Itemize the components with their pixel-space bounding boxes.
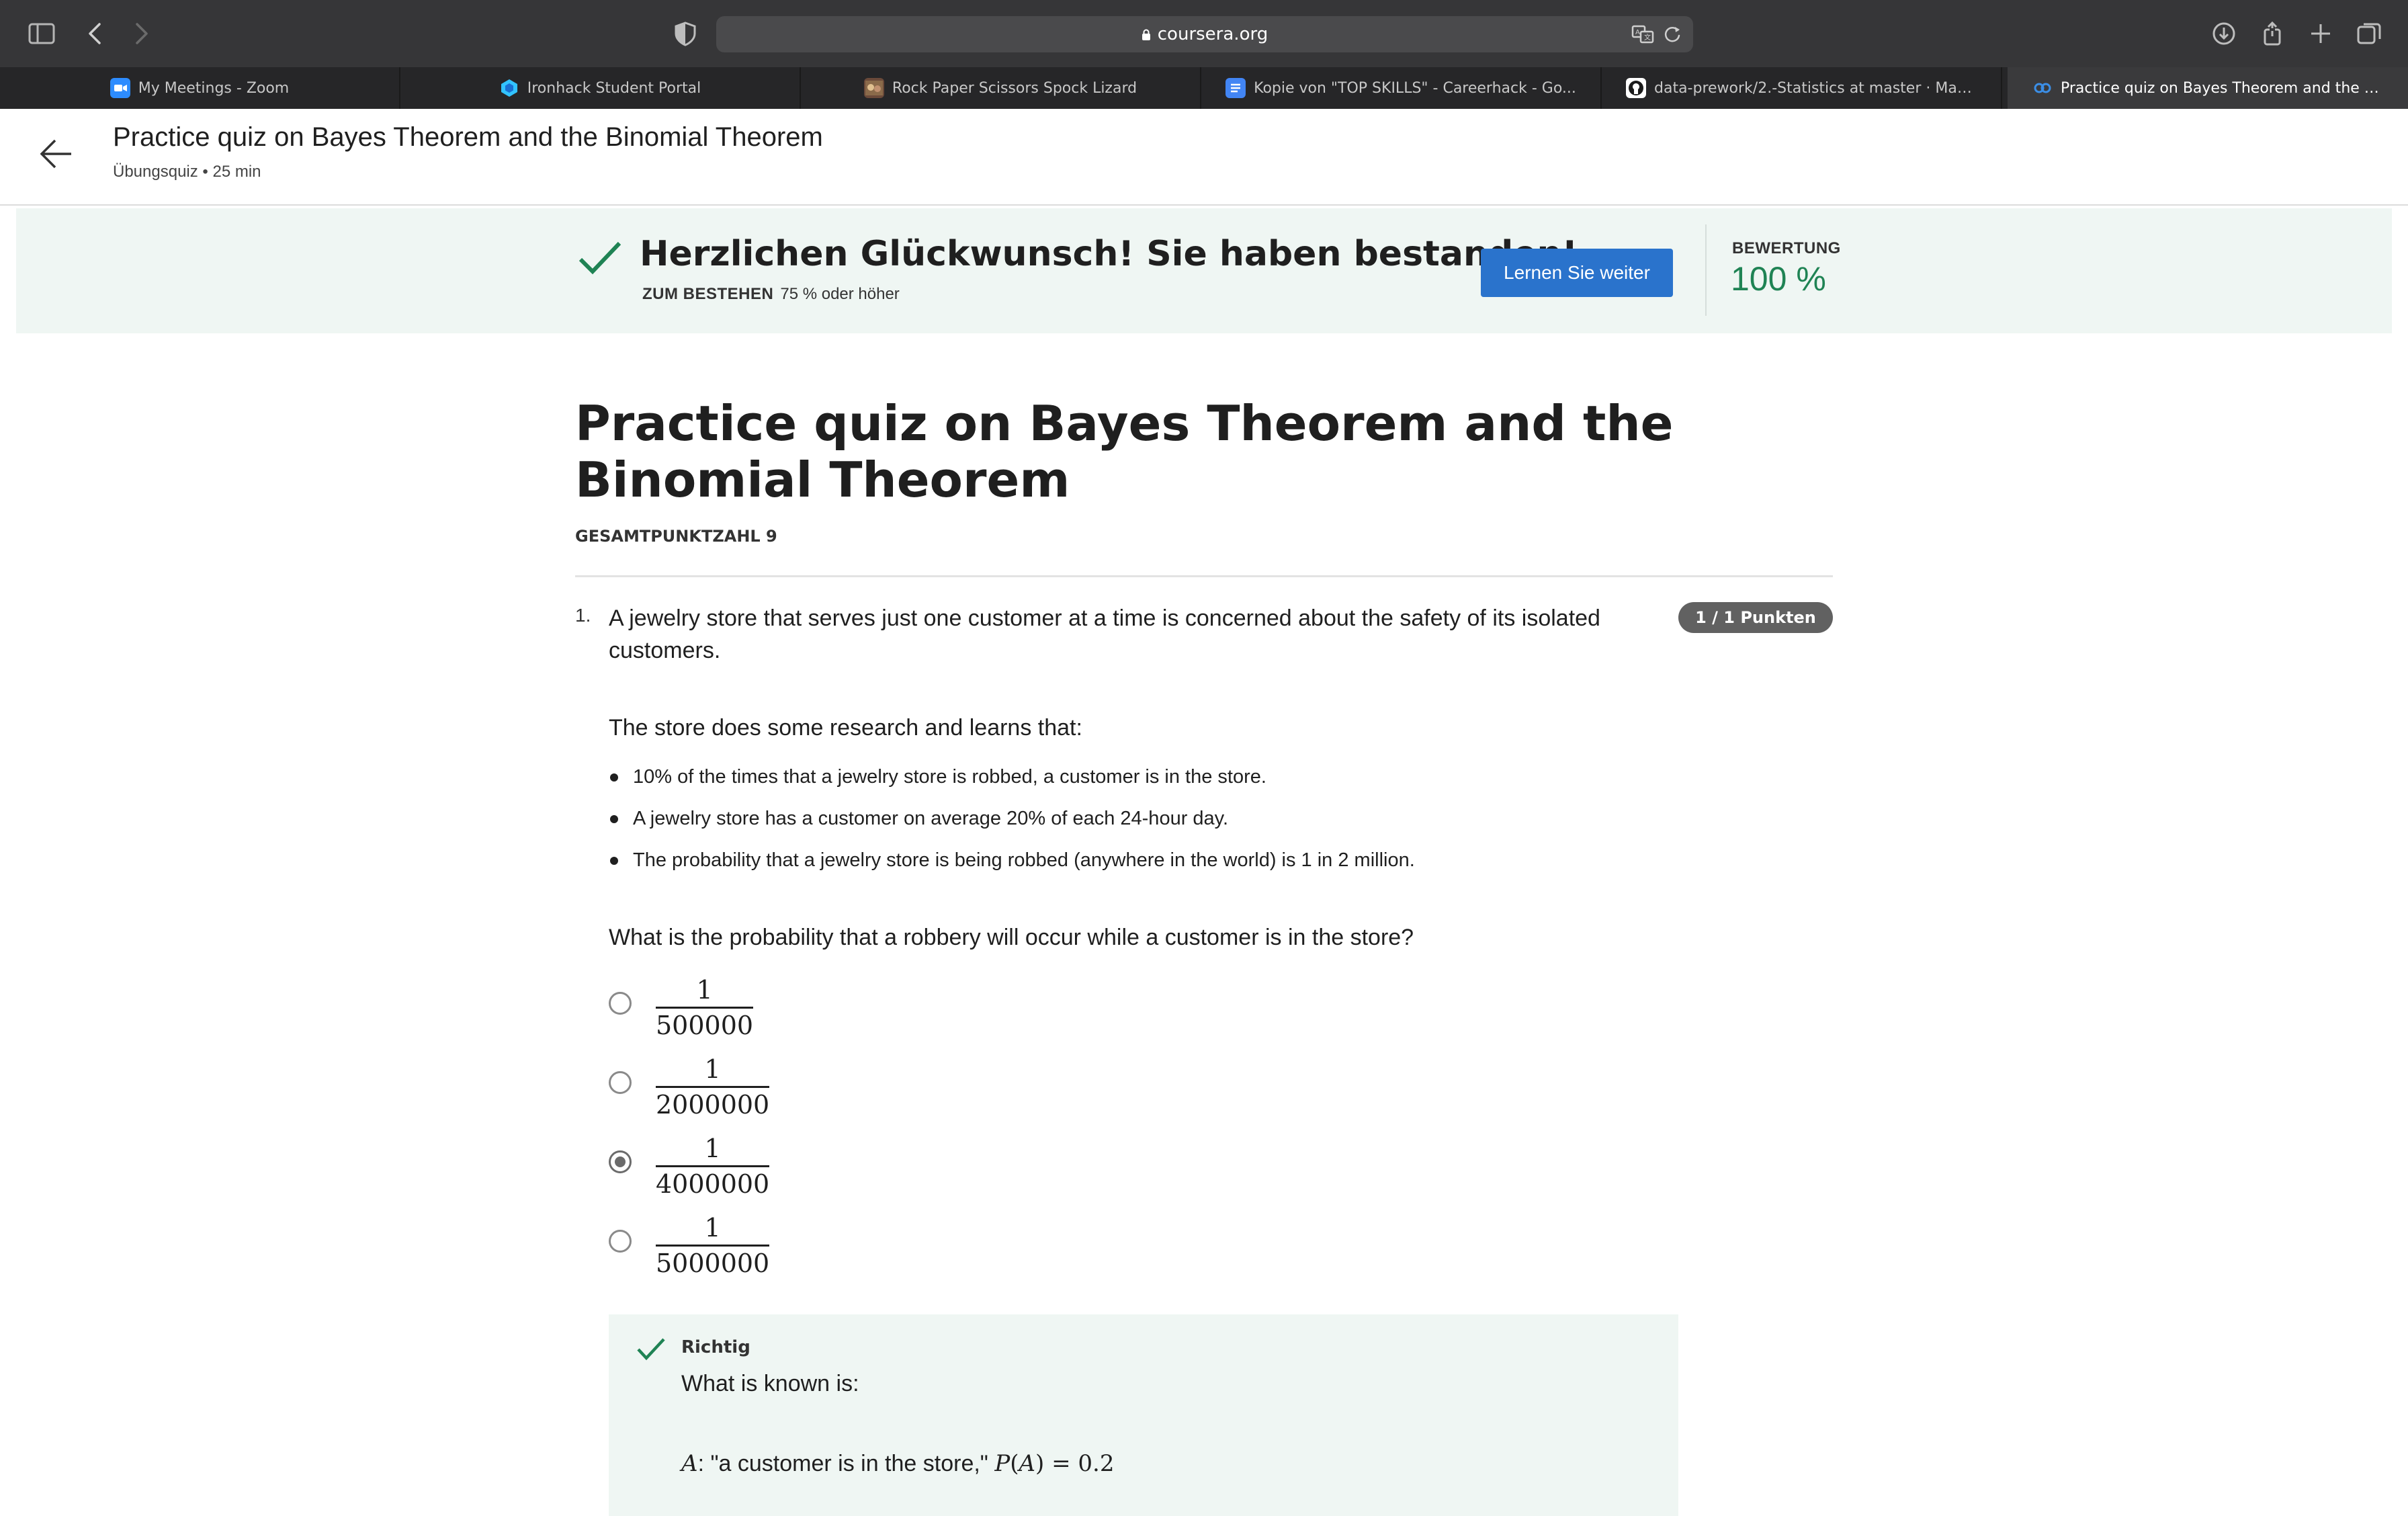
new-tab-icon[interactable] (2305, 17, 2337, 50)
download-icon[interactable] (2208, 17, 2240, 50)
privacy-shield-icon[interactable] (669, 17, 701, 50)
reload-icon[interactable] (1662, 24, 1682, 44)
answer-option-4[interactable]: 1 5000000 (609, 1211, 877, 1285)
pass-requirement: ZUM BESTEHEN 75 % oder höher (642, 285, 900, 304)
answer-option-2[interactable]: 1 2000000 (609, 1052, 877, 1126)
feedback-text: What is known is: (681, 1371, 859, 1396)
math-function: P (994, 1450, 1010, 1477)
question-intro: The store does some research and learns … (609, 715, 1082, 741)
tab-label: Kopie von "TOP SKILLS" - Careerhack - Go… (1254, 79, 1576, 97)
tab-label: Practice quiz on Bayes Theorem and the B… (2061, 79, 2383, 97)
divider (575, 575, 1833, 577)
math-variable: A (681, 1450, 698, 1477)
pass-message: Herzlichen Glückwunsch! Sie haben bestan… (640, 234, 1578, 274)
feedback-panel: Richtig What is known is: A: "a customer… (609, 1314, 1678, 1516)
ironhack-icon (499, 78, 519, 98)
answer-option-3[interactable]: 1 4000000 (609, 1132, 877, 1206)
banner-divider (1705, 224, 1707, 316)
question-prompt: What is the probability that a robbery w… (609, 925, 1414, 950)
pass-banner: Herzlichen Glückwunsch! Sie haben bestan… (16, 208, 2392, 333)
browser-toolbar: coursera.org A文 (0, 0, 2408, 67)
feedback-math: A: "a customer is in the store," P(A) = … (681, 1450, 1115, 1477)
radio-button[interactable] (609, 992, 632, 1015)
tab-ironhack[interactable]: Ironhack Student Portal (400, 67, 801, 109)
svg-text:文: 文 (1644, 33, 1651, 42)
question-number: 1. (575, 605, 591, 626)
points-badge: 1 / 1 Punkten (1678, 602, 1833, 633)
fraction-numerator: 1 (704, 1134, 721, 1163)
total-points: GESAMTPUNKTZAHL 9 (575, 527, 777, 546)
list-item: 10% of the times that a jewelry store is… (609, 762, 1751, 804)
quiz-title: Practice quiz on Bayes Theorem and the B… (575, 395, 1674, 508)
facts-list: 10% of the times that a jewelry store is… (609, 762, 1751, 887)
checkmark-icon (636, 1336, 666, 1363)
fraction: 1 500000 (656, 973, 754, 1042)
radio-button-selected[interactable] (609, 1150, 632, 1173)
tab-strip: My Meetings - Zoom Ironhack Student Port… (0, 67, 2408, 109)
forward-nav-icon[interactable] (125, 17, 157, 50)
fraction-denominator: 4000000 (656, 1169, 770, 1199)
fraction-numerator: 1 (696, 975, 713, 1005)
math-value: 0.2 (1078, 1450, 1115, 1477)
grade-value: 100 % (1731, 260, 1826, 298)
pass-requirement-label: ZUM BESTEHEN (642, 285, 774, 303)
fraction-denominator: 5000000 (656, 1249, 770, 1278)
list-item: A jewelry store has a customer on averag… (609, 804, 1751, 845)
radio-button[interactable] (609, 1071, 632, 1094)
github-icon (1626, 78, 1646, 98)
checkmark-icon (576, 238, 624, 278)
fraction-numerator: 1 (704, 1054, 721, 1084)
tab-label: My Meetings - Zoom (138, 79, 290, 97)
address-bar[interactable]: coursera.org A文 (716, 16, 1693, 52)
tab-overview-icon[interactable] (2353, 17, 2385, 50)
grade-label: BEWERTUNG (1732, 239, 1841, 257)
answer-option-1[interactable]: 1 500000 (609, 973, 877, 1047)
tab-zoom[interactable]: My Meetings - Zoom (0, 67, 400, 109)
lock-icon (1142, 29, 1150, 40)
zoom-icon (110, 78, 130, 98)
list-item: The probability that a jewelry store is … (609, 845, 1751, 887)
feedback-status: Richtig (681, 1337, 750, 1357)
question-text: A jewelry store that serves just one cus… (609, 605, 1600, 663)
share-icon[interactable] (2256, 17, 2288, 50)
math-description: : "a customer is in the store," (697, 1451, 995, 1476)
header-title: Practice quiz on Bayes Theorem and the B… (113, 122, 823, 152)
tab-label: Ironhack Student Portal (527, 79, 701, 97)
svg-text:A: A (1635, 29, 1640, 36)
tab-coursera-quiz[interactable]: Practice quiz on Bayes Theorem and the B… (2008, 67, 2408, 109)
tab-label: data-prework/2.-Statistics at master · M… (1654, 79, 1977, 97)
game-thumbnail-icon (863, 78, 884, 98)
fraction-denominator: 2000000 (656, 1090, 770, 1120)
pass-requirement-value: 75 % oder höher (780, 285, 900, 303)
google-docs-icon (1226, 78, 1246, 98)
fraction-denominator: 500000 (656, 1011, 754, 1040)
fraction: 1 2000000 (656, 1052, 770, 1122)
radio-button[interactable] (609, 1230, 632, 1253)
fraction: 1 4000000 (656, 1132, 770, 1201)
url-text: coursera.org (1157, 24, 1268, 44)
fraction-numerator: 1 (704, 1213, 721, 1243)
continue-learning-button[interactable]: Lernen Sie weiter (1481, 249, 1673, 297)
quiz-header: Practice quiz on Bayes Theorem and the B… (0, 109, 2408, 206)
fraction: 1 5000000 (656, 1211, 770, 1280)
back-arrow-icon[interactable] (38, 136, 74, 172)
sidebar-toggle-icon[interactable] (26, 17, 58, 50)
back-nav-icon[interactable] (79, 17, 112, 50)
coursera-icon (2032, 78, 2053, 98)
tab-google-docs[interactable]: Kopie von "TOP SKILLS" - Careerhack - Go… (1201, 67, 1602, 109)
tab-rock-paper-scissors[interactable]: Rock Paper Scissors Spock Lizard (801, 67, 1201, 109)
tab-github[interactable]: data-prework/2.-Statistics at master · M… (1602, 67, 2002, 109)
math-argument: A (1019, 1450, 1036, 1477)
translate-icon[interactable]: A文 (1631, 24, 1654, 44)
tab-label: Rock Paper Scissors Spock Lizard (892, 79, 1137, 97)
header-subtitle: Übungsquiz • 25 min (113, 163, 261, 181)
